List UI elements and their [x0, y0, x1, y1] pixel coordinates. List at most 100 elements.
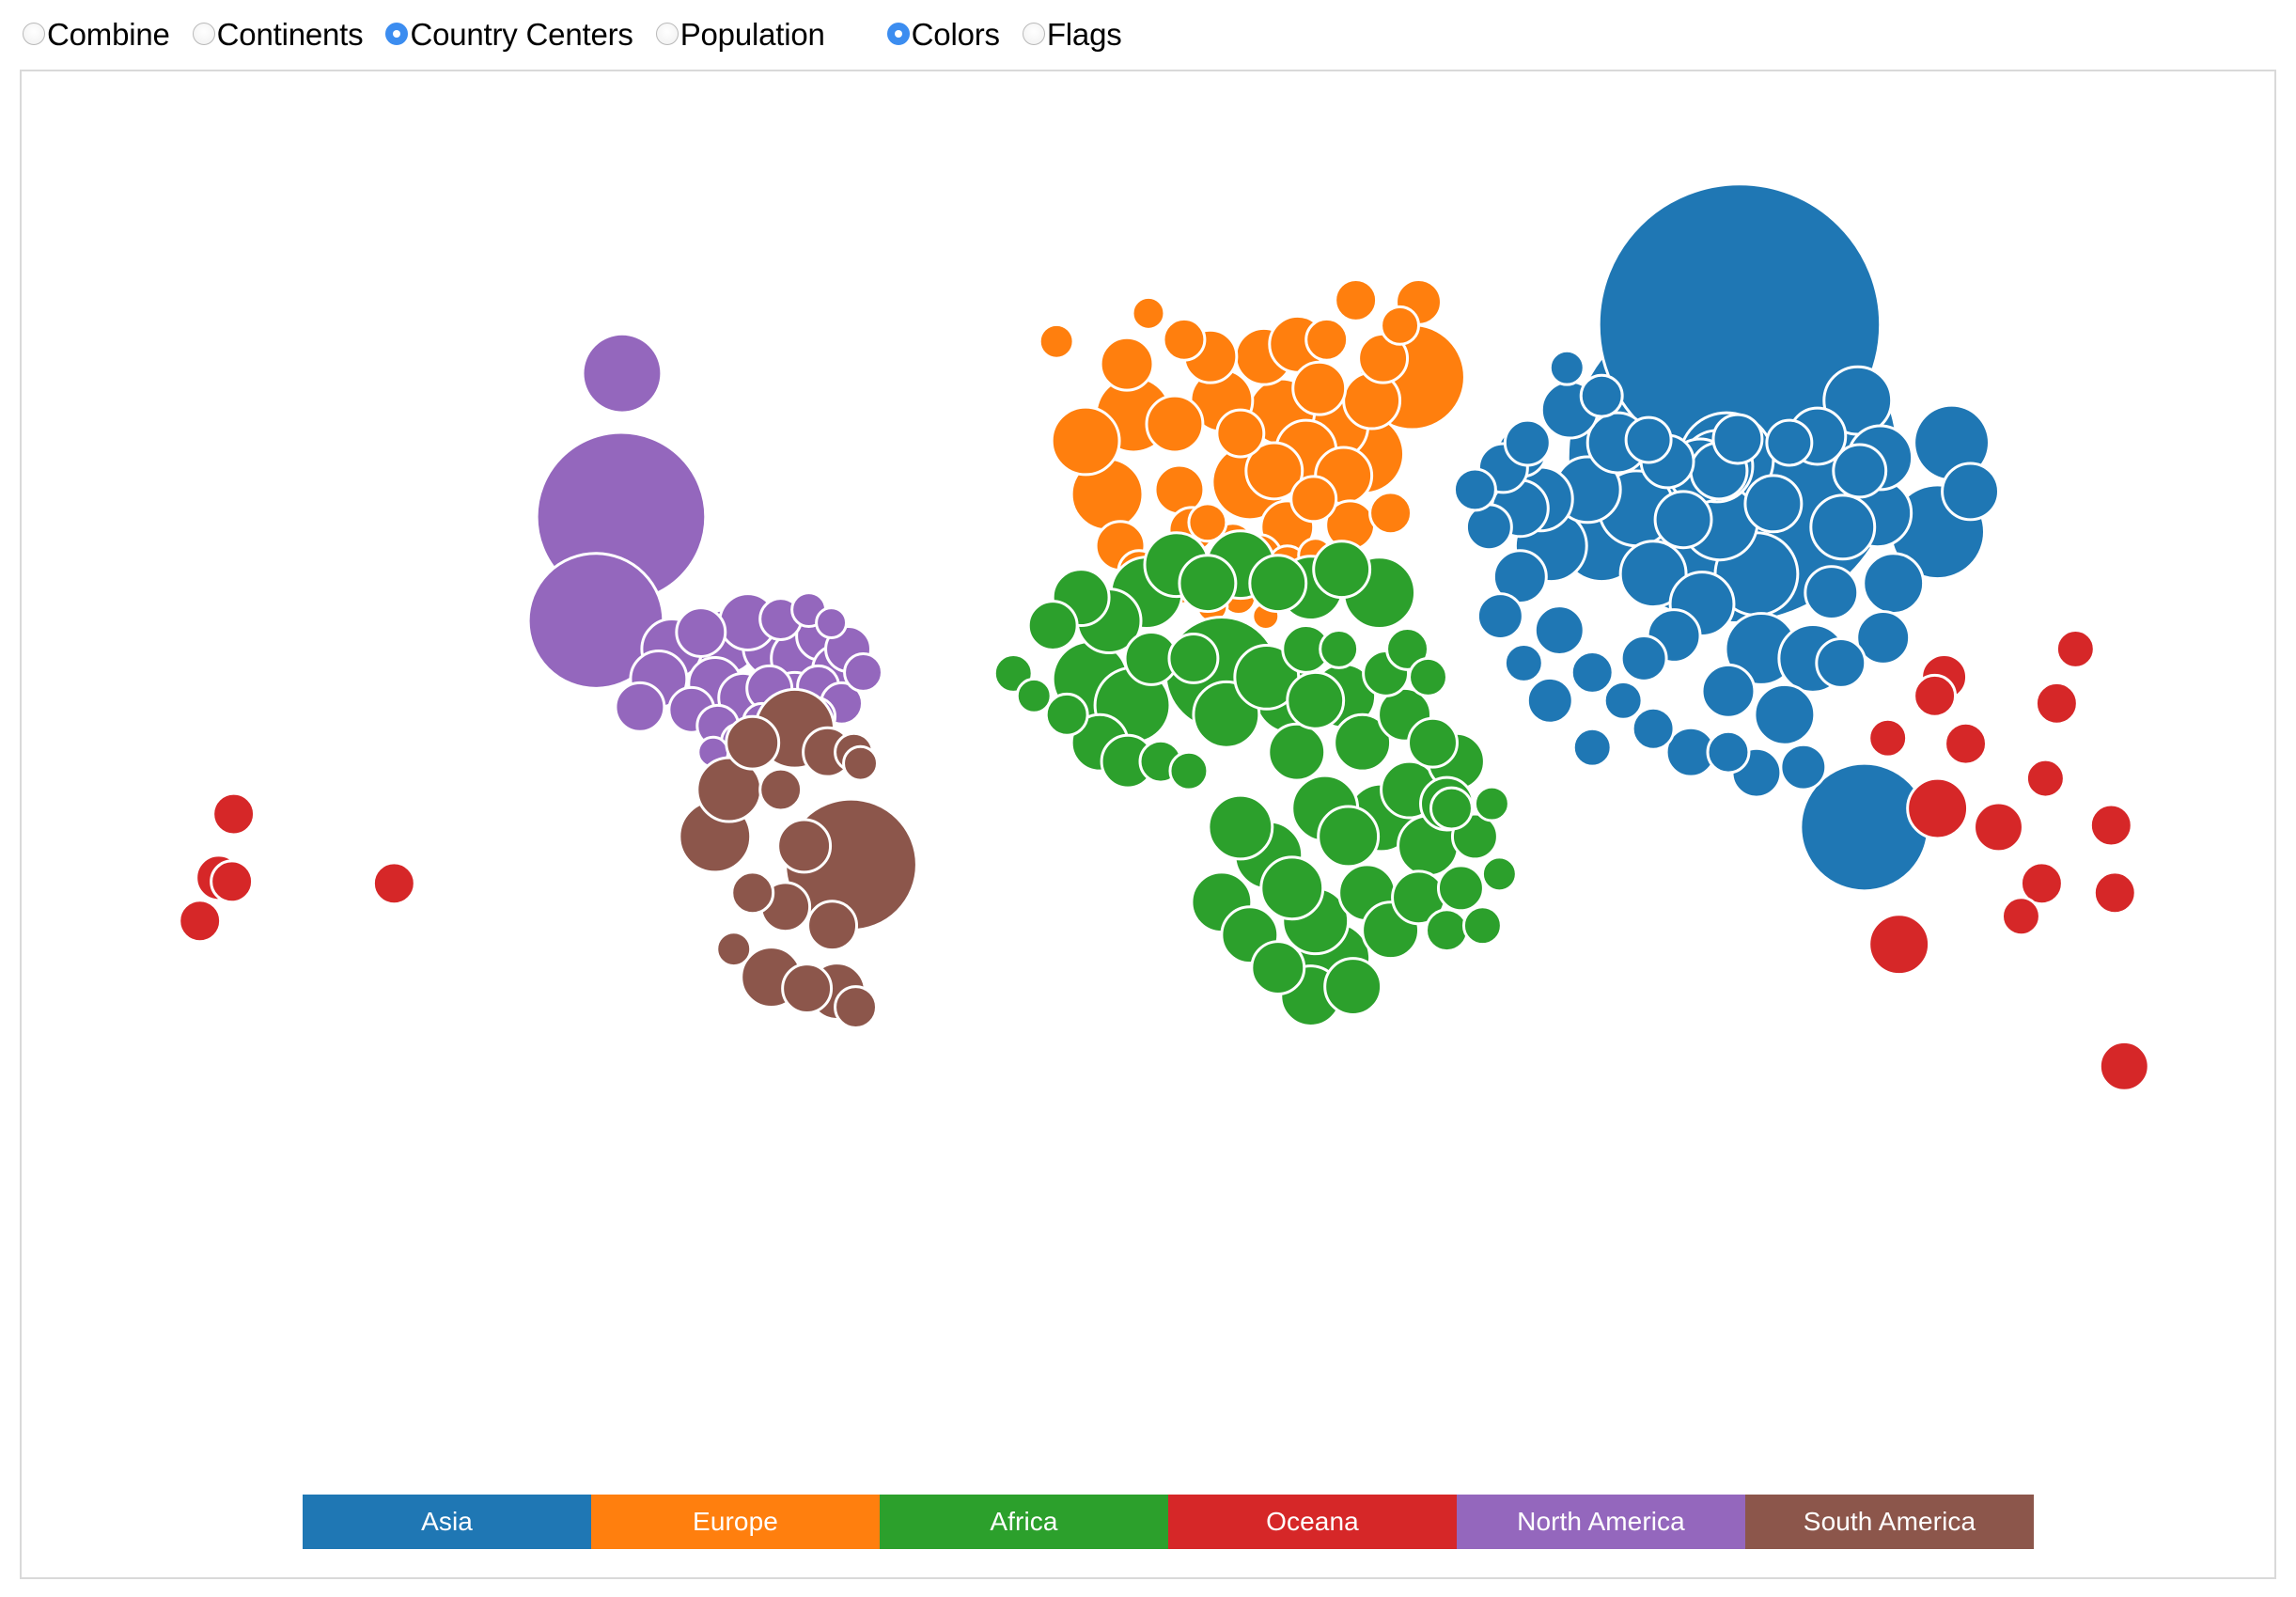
legend-item-africa[interactable]: Africa: [880, 1495, 1168, 1549]
country-bubble[interactable]: [1503, 642, 1544, 683]
country-bubble[interactable]: [1832, 443, 1888, 499]
country-bubble[interactable]: [1250, 940, 1306, 996]
country-bubble[interactable]: [1711, 413, 1764, 465]
country-bubble[interactable]: [834, 985, 878, 1029]
radio-colors[interactable]: Colors: [886, 19, 1023, 50]
country-bubble[interactable]: [2054, 629, 2096, 669]
country-bubble[interactable]: [211, 791, 257, 837]
country-bubble[interactable]: [1408, 656, 1448, 697]
country-bubble[interactable]: [1248, 554, 1308, 614]
country-bubble[interactable]: [1099, 336, 1155, 392]
country-bubble[interactable]: [1319, 629, 1360, 669]
country-bubble[interactable]: [2092, 870, 2137, 916]
country-bubble[interactable]: [1631, 706, 1676, 751]
radio-continents[interactable]: Continents: [192, 19, 386, 50]
country-bubble[interactable]: [1571, 727, 1613, 768]
country-bubble[interactable]: [1461, 905, 1503, 947]
country-bubble[interactable]: [1289, 475, 1338, 524]
country-bubble[interactable]: [815, 606, 849, 639]
country-bubble[interactable]: [1026, 600, 1079, 651]
country-bubble[interactable]: [1867, 913, 1931, 977]
country-bubble[interactable]: [1570, 650, 1615, 695]
country-bubble[interactable]: [1815, 636, 1867, 689]
country-bubble[interactable]: [1602, 680, 1644, 721]
country-bubble[interactable]: [1941, 462, 2000, 522]
country-bubble[interactable]: [1804, 565, 1860, 621]
country-bubble[interactable]: [1700, 663, 1757, 719]
country-bubble[interactable]: [725, 714, 781, 771]
country-bubble[interactable]: [1259, 855, 1325, 921]
radio-flags-indicator[interactable]: [1022, 23, 1045, 45]
country-bubble[interactable]: [781, 963, 834, 1014]
country-bubble[interactable]: [675, 606, 727, 658]
country-bubble[interactable]: [1267, 722, 1327, 782]
country-bubble[interactable]: [1944, 721, 1989, 766]
country-bubble[interactable]: [776, 818, 833, 874]
country-bubble[interactable]: [2088, 803, 2133, 848]
country-bubble[interactable]: [2098, 1040, 2150, 1092]
country-bubble[interactable]: [1207, 793, 1274, 861]
country-bubble[interactable]: [1429, 786, 1474, 831]
country-bubble[interactable]: [1862, 552, 1926, 616]
country-bubble[interactable]: [1624, 415, 1673, 464]
country-bubble[interactable]: [1765, 418, 1814, 467]
country-bubble[interactable]: [614, 681, 666, 733]
country-bubble[interactable]: [1215, 408, 1266, 459]
legend-item-asia[interactable]: Asia: [303, 1495, 591, 1549]
radio-combine[interactable]: Combine: [23, 19, 193, 50]
country-bubble[interactable]: [1304, 317, 1350, 362]
country-bubble[interactable]: [1452, 467, 1497, 512]
country-bubble[interactable]: [1038, 322, 1075, 360]
country-bubble[interactable]: [581, 332, 664, 415]
country-bubble[interactable]: [1867, 717, 1909, 759]
radio-flags[interactable]: Flags: [1022, 19, 1145, 50]
country-bubble[interactable]: [1476, 592, 1524, 640]
country-bubble[interactable]: [1368, 491, 1414, 536]
country-bubble[interactable]: [1167, 633, 1220, 684]
country-bubble[interactable]: [1533, 604, 1585, 656]
radio-population[interactable]: Population: [655, 19, 848, 50]
country-bubble[interactable]: [1407, 716, 1459, 769]
country-bubble[interactable]: [1480, 855, 1518, 893]
legend-item-north-america[interactable]: North America: [1457, 1495, 1745, 1549]
country-bubble[interactable]: [730, 870, 775, 916]
country-bubble[interactable]: [1619, 634, 1668, 682]
country-bubble[interactable]: [371, 861, 416, 906]
country-bubble[interactable]: [1178, 554, 1238, 614]
country-bubble[interactable]: [1743, 474, 1804, 534]
country-bubble[interactable]: [1525, 676, 1574, 725]
country-bubble[interactable]: [1473, 785, 1510, 822]
country-bubble[interactable]: [178, 899, 223, 944]
country-bubble[interactable]: [1323, 957, 1383, 1016]
country-bubble[interactable]: [2024, 758, 2066, 799]
country-bubble[interactable]: [1753, 682, 1817, 746]
radio-continents-indicator[interactable]: [192, 23, 215, 45]
country-bubble[interactable]: [210, 859, 255, 904]
country-bubble[interactable]: [715, 931, 753, 968]
country-bubble[interactable]: [2000, 896, 2041, 937]
country-bubble[interactable]: [1579, 373, 1624, 418]
country-bubble[interactable]: [1291, 360, 1348, 416]
country-bubble[interactable]: [1312, 540, 1372, 600]
country-bubble[interactable]: [1425, 908, 1469, 953]
country-bubble[interactable]: [1145, 394, 1205, 454]
country-bubble[interactable]: [758, 767, 804, 812]
country-bubble[interactable]: [843, 651, 883, 693]
country-bubble[interactable]: [806, 900, 859, 952]
country-bubble[interactable]: [1436, 864, 1485, 913]
country-bubble[interactable]: [1317, 805, 1381, 869]
country-bubble[interactable]: [1973, 801, 2024, 853]
country-bubble[interactable]: [1809, 493, 1877, 561]
radio-colors-indicator[interactable]: [886, 23, 910, 45]
legend-item-oceana[interactable]: Oceana: [1168, 1495, 1457, 1549]
country-bubble[interactable]: [1286, 670, 1346, 730]
country-bubble[interactable]: [1131, 295, 1166, 331]
country-bubble[interactable]: [1779, 743, 1828, 791]
legend-item-europe[interactable]: Europe: [591, 1495, 880, 1549]
country-bubble[interactable]: [842, 744, 879, 782]
country-bubble[interactable]: [1653, 490, 1713, 550]
country-bubble[interactable]: [1162, 317, 1207, 362]
country-bubble[interactable]: [1503, 418, 1552, 467]
country-bubble[interactable]: [1380, 305, 1421, 346]
country-bubble[interactable]: [1050, 405, 1121, 477]
